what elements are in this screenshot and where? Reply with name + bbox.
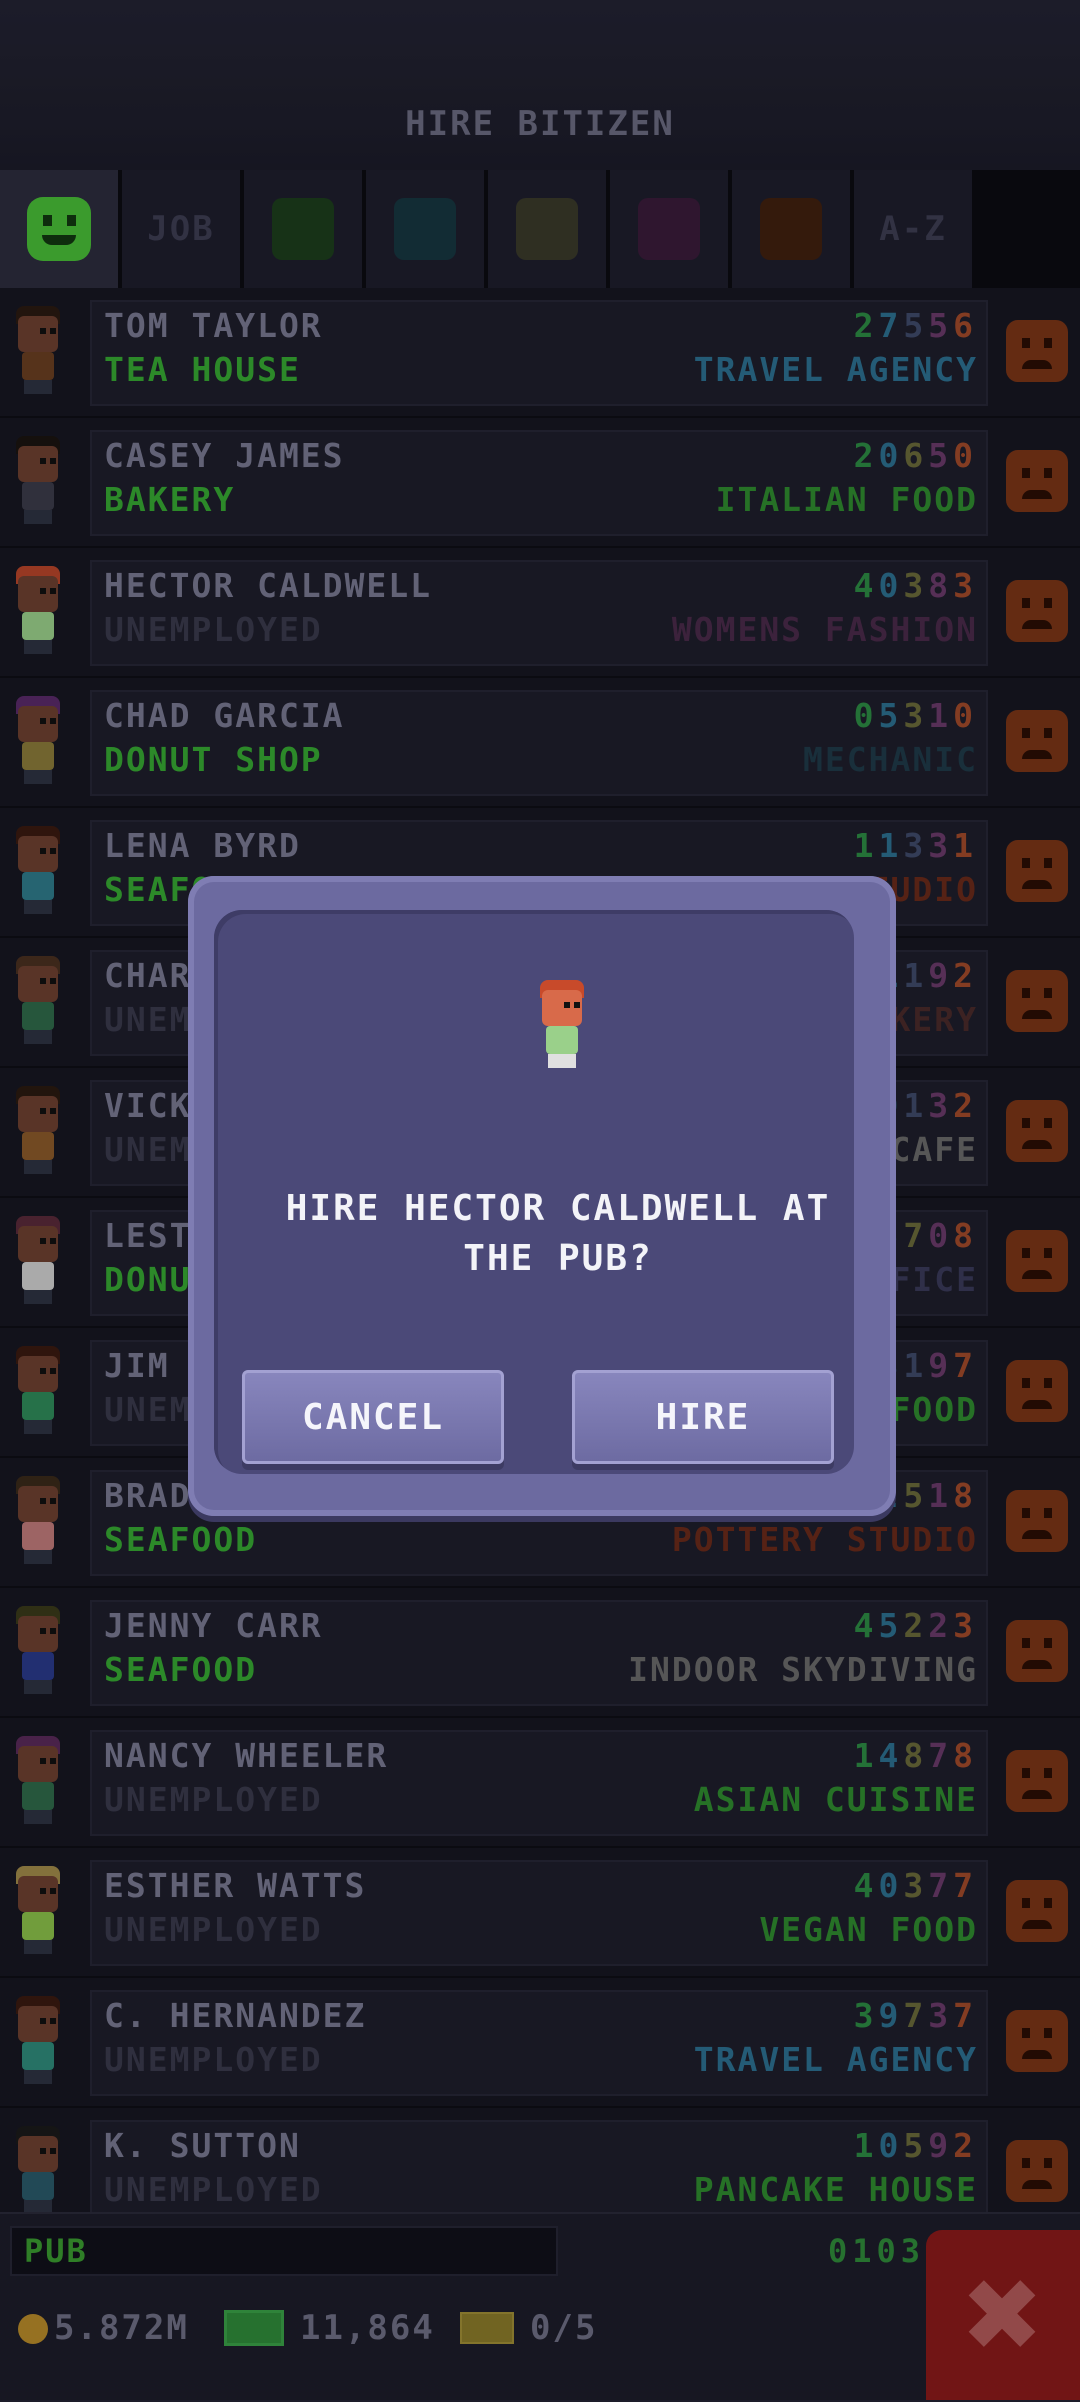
avatar-head — [542, 990, 582, 1026]
avatar-body — [546, 1026, 578, 1054]
cancel-button[interactable]: CANCEL — [242, 1370, 504, 1464]
bitizen-avatar — [532, 980, 592, 1070]
hire-button[interactable]: HIRE — [572, 1370, 834, 1464]
dialog-message: HIRE HECTOR CALDWELL AT THE PUB? — [285, 1188, 831, 1279]
avatar-legs — [548, 1054, 576, 1068]
